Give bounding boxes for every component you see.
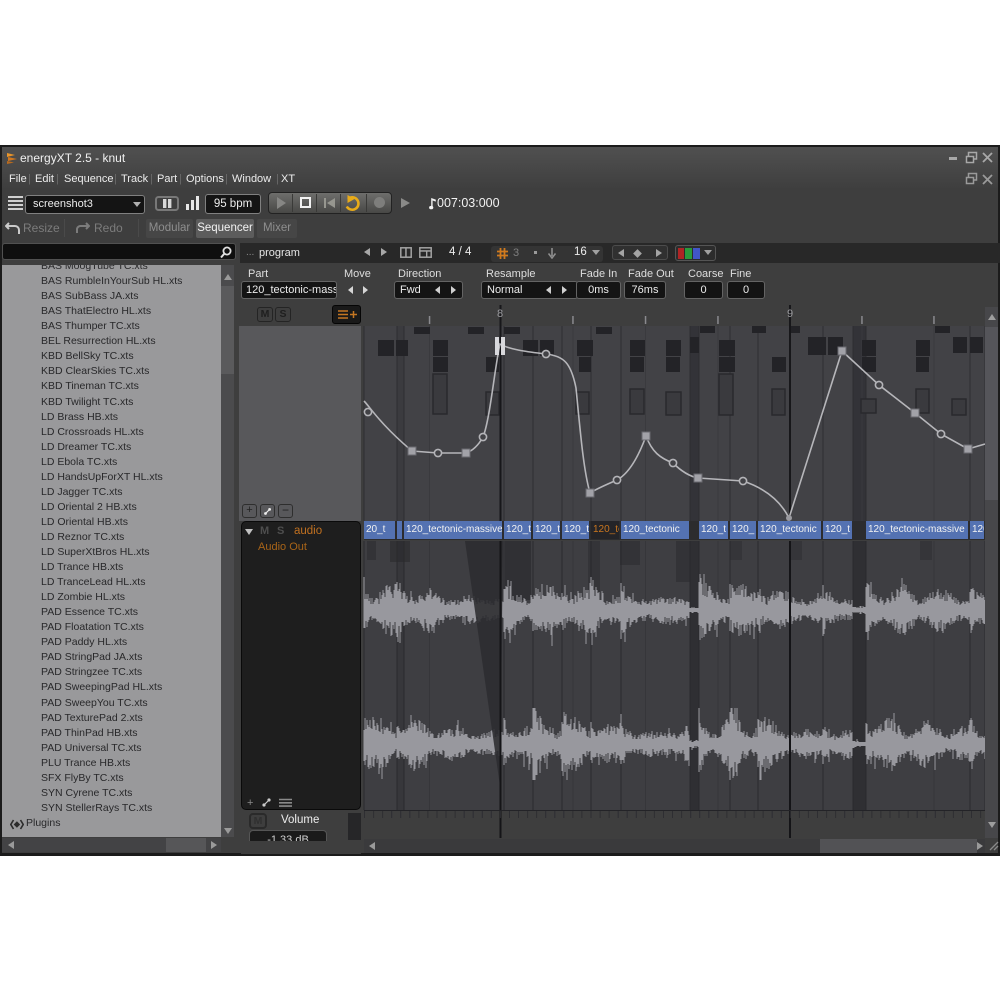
svg-text:8: 8 (497, 308, 503, 320)
svg-text:9: 9 (787, 308, 793, 320)
